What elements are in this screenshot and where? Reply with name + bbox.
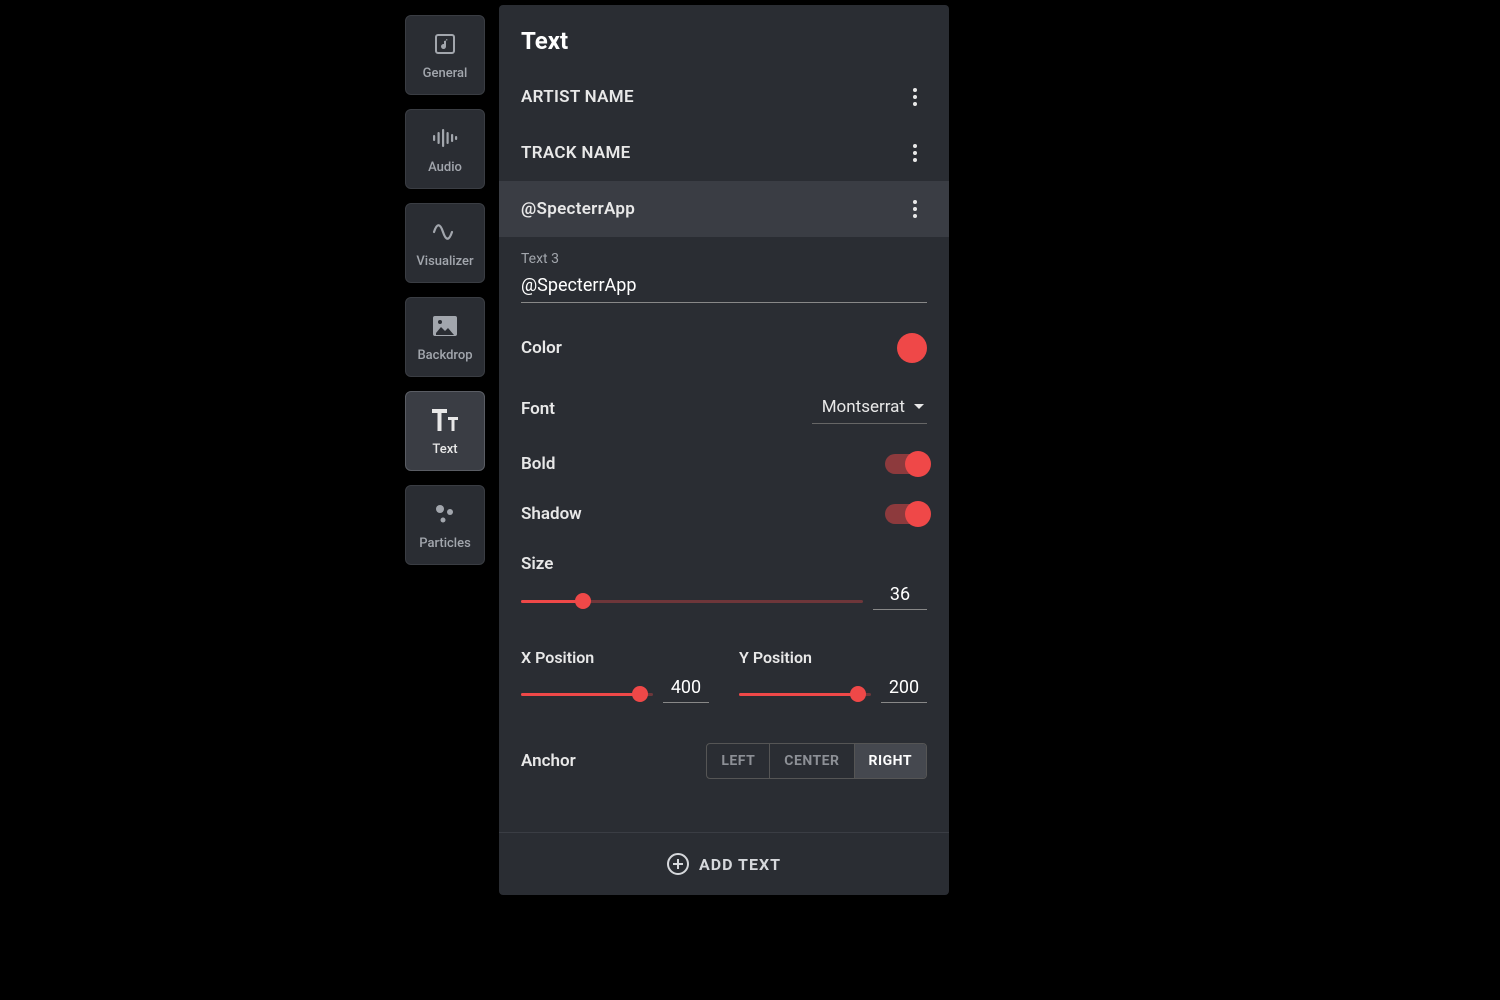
chevron-down-icon [913,403,925,411]
waveform-icon [431,124,459,152]
anchor-right-button[interactable]: RIGHT [854,744,926,778]
add-text-label: ADD TEXT [699,855,781,874]
sidebar: General Audio Visualizer [405,5,485,895]
anchor-button-group: LEFT CENTER RIGHT [706,743,927,779]
sine-wave-icon [431,218,459,246]
shadow-toggle[interactable] [885,504,927,524]
color-label: Color [521,338,562,358]
sidebar-item-audio[interactable]: Audio [405,109,485,189]
text-list-item[interactable]: @SpecterrApp [499,181,949,237]
sidebar-item-label: Text [432,442,457,457]
bold-toggle[interactable] [885,454,927,474]
anchor-label: Anchor [521,751,576,771]
size-label: Size [521,554,927,574]
font-select[interactable]: Montserrat [812,393,927,424]
text-icon [431,406,459,434]
text-field-label: Text 3 [521,251,927,267]
more-menu-icon[interactable] [903,85,927,109]
sidebar-item-text[interactable]: Text [405,391,485,471]
font-value: Montserrat [822,397,905,417]
sidebar-item-label: Audio [428,160,462,175]
y-position-input[interactable] [881,675,927,703]
sidebar-item-backdrop[interactable]: Backdrop [405,297,485,377]
particles-icon [431,500,459,528]
x-position-slider[interactable] [521,685,653,703]
text-list-item[interactable]: TRACK NAME [499,125,949,181]
y-position-slider[interactable] [739,685,871,703]
size-slider[interactable] [521,592,863,610]
anchor-left-button[interactable]: LEFT [707,744,769,778]
text-panel: Text ARTIST NAME TRACK NAME @SpecterrApp… [499,5,949,895]
x-position-label: X Position [521,648,709,667]
font-label: Font [521,399,555,419]
sidebar-item-label: Particles [419,536,471,551]
sidebar-item-label: Backdrop [417,348,472,363]
x-position-input[interactable] [663,675,709,703]
text-item-name: ARTIST NAME [521,87,634,107]
sidebar-item-label: General [423,66,468,81]
text-value-input[interactable] [521,271,927,303]
anchor-center-button[interactable]: CENTER [769,744,853,778]
text-list-item[interactable]: ARTIST NAME [499,69,949,125]
color-swatch[interactable] [897,333,927,363]
text-item-name: @SpecterrApp [521,199,635,219]
text-editor: Text 3 Color Font Montserrat Bold [499,237,949,832]
bold-label: Bold [521,454,555,474]
panel-title: Text [499,5,949,69]
y-position-label: Y Position [739,648,927,667]
add-text-button[interactable]: ADD TEXT [499,832,949,895]
more-menu-icon[interactable] [903,141,927,165]
sidebar-item-particles[interactable]: Particles [405,485,485,565]
size-input[interactable] [873,582,927,610]
sidebar-item-label: Visualizer [416,254,473,269]
plus-circle-icon [667,853,689,875]
sidebar-item-visualizer[interactable]: Visualizer [405,203,485,283]
image-icon [431,312,459,340]
more-menu-icon[interactable] [903,197,927,221]
text-item-name: TRACK NAME [521,143,631,163]
shadow-label: Shadow [521,504,582,524]
sidebar-item-general[interactable]: General [405,15,485,95]
music-note-icon [431,30,459,58]
